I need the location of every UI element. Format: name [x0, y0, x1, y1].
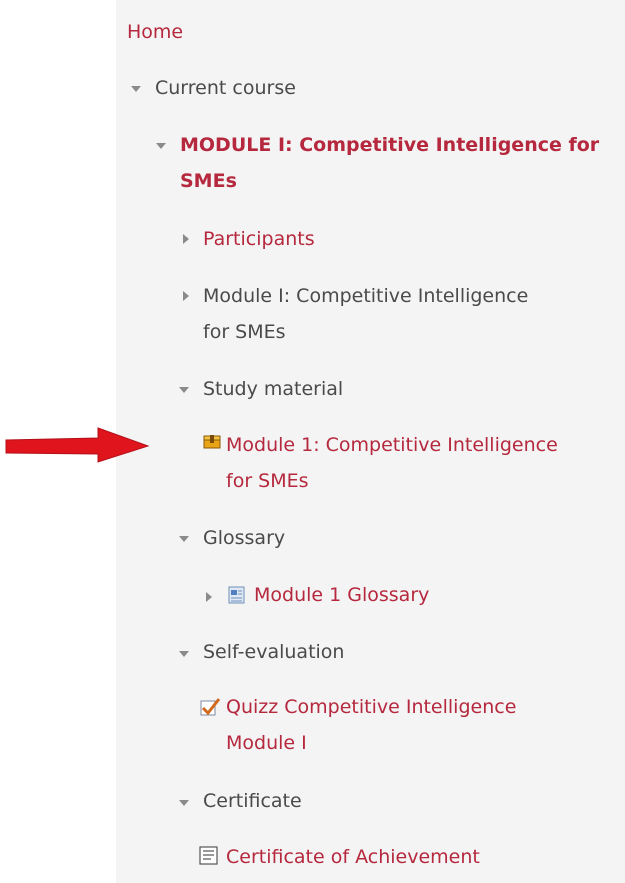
triangle-right-icon[interactable]	[206, 592, 212, 602]
nav-participants[interactable]: Participants	[203, 221, 315, 257]
nav-certificate-item[interactable]: Certificate of Achievement	[226, 839, 480, 875]
nav-course-title-cont[interactable]: SMEs	[180, 163, 237, 199]
nav-study-resource[interactable]: Module 1: Competitive Intelligence	[226, 427, 558, 463]
nav-current-course[interactable]: Current course	[155, 70, 296, 106]
triangle-down-icon[interactable]	[179, 651, 189, 657]
nav-self-evaluation[interactable]: Self-evaluation	[203, 634, 344, 670]
nav-glossary[interactable]: Glossary	[203, 520, 285, 556]
nav-glossary-item[interactable]: Module 1 Glossary	[254, 577, 429, 613]
nav-quiz-cont[interactable]: Module I	[226, 725, 307, 761]
nav-certificate[interactable]: Certificate	[203, 783, 302, 819]
triangle-down-icon[interactable]	[131, 86, 141, 92]
triangle-down-icon[interactable]	[179, 800, 189, 806]
nav-study-resource-cont[interactable]: for SMEs	[226, 463, 309, 499]
nav-quiz[interactable]: Quizz Competitive Intelligence	[226, 689, 516, 725]
triangle-right-icon[interactable]	[183, 291, 189, 301]
triangle-down-icon[interactable]	[179, 387, 189, 393]
package-icon	[203, 435, 221, 449]
triangle-down-icon[interactable]	[156, 143, 166, 149]
nav-module-section[interactable]: Module I: Competitive Intelligence	[203, 278, 528, 314]
triangle-right-icon[interactable]	[183, 234, 189, 244]
nav-home-link[interactable]: Home	[127, 14, 183, 50]
triangle-down-icon[interactable]	[179, 536, 189, 542]
quiz-check-icon	[200, 698, 221, 716]
nav-module-section-cont[interactable]: for SMEs	[203, 314, 286, 350]
nav-course-title[interactable]: MODULE I: Competitive Intelligence for	[180, 127, 599, 163]
certificate-icon	[199, 846, 218, 865]
red-arrow-icon	[5, 427, 150, 463]
glossary-icon	[228, 586, 245, 604]
nav-study-material[interactable]: Study material	[203, 371, 343, 407]
